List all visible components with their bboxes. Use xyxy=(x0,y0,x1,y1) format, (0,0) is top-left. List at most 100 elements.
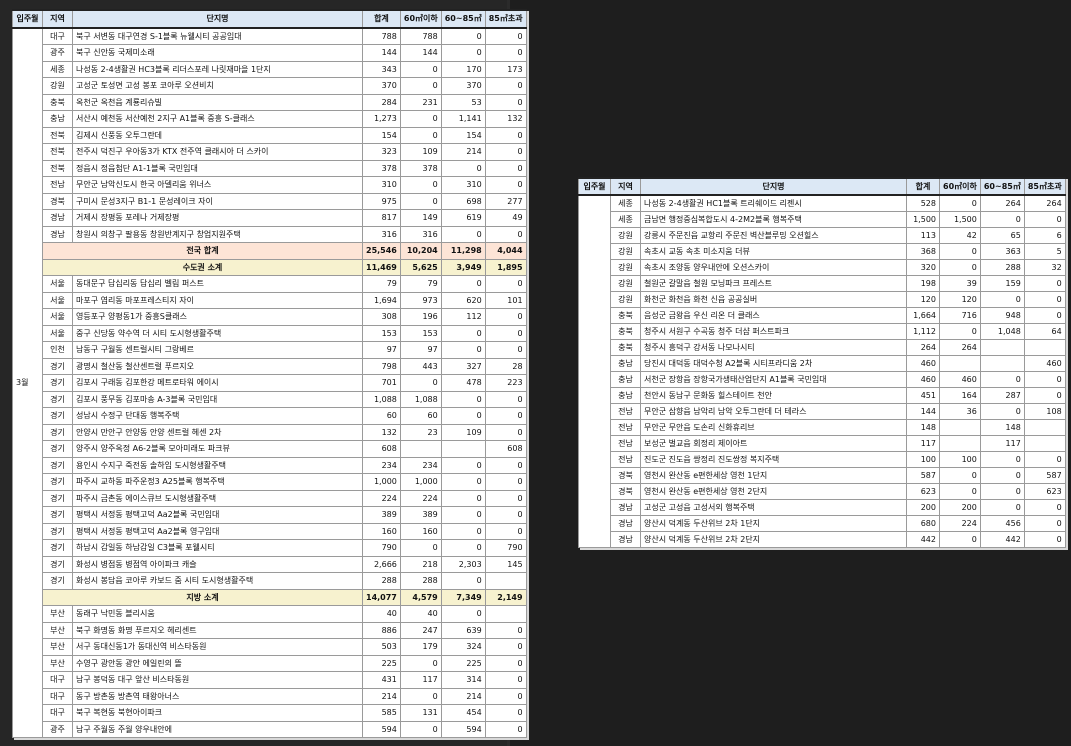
complex-name-cell: 거제시 장평동 포레나 거제장평 xyxy=(72,209,363,227)
complex-name-cell: 북구 복현동 북현아이파크 xyxy=(72,704,363,722)
under60-cell: 316 xyxy=(399,225,442,243)
month-cell xyxy=(578,194,611,548)
region-cell: 경기 xyxy=(42,407,73,425)
range60-85-cell: 288 xyxy=(979,259,1025,276)
table-row: 충북 음성군 금왕읍 우신 리온 더 클래스 1,664 716 948 0 xyxy=(579,307,1066,324)
total-cell: 144 xyxy=(362,44,401,62)
table-row: 세종 나성동 2-4생활권 HC1블록 트리쉐이드 리젠시 528 0 264 264 xyxy=(578,194,1066,548)
complex-name-cell: 용인시 수지구 죽전동 솔하임 도시형생활주택 xyxy=(72,456,363,474)
table-row: 경북 영천시 완산동 e편한세상 영천 1단지 587 0 0 587 xyxy=(579,467,1066,484)
table-row: 전북 전주시 덕진구 우아동3가 KTX 전주역 클래시아 더 스카이 323 109… xyxy=(13,143,527,161)
range60-85-cell: 0 xyxy=(440,456,486,474)
total-cell: 198 xyxy=(906,275,940,292)
region-cell: 전남 xyxy=(610,419,641,436)
table-row: 경기 화성시 병점동 병점역 아이파크 캐슬 2,666 218 2,303 145 xyxy=(13,555,527,573)
table-row: 부산 북구 화명동 화명 푸르지오 헤리센트 886 247 639 0 xyxy=(13,621,527,639)
range60-85-cell: 0 xyxy=(440,522,486,540)
region-cell: 서울 xyxy=(42,324,73,342)
under60-cell: 149 xyxy=(399,209,442,227)
over85-cell: 790 xyxy=(484,539,527,557)
region-cell: 경기 xyxy=(42,539,73,557)
total-cell: 886 xyxy=(362,621,401,639)
over85-cell xyxy=(1023,339,1066,356)
over85-cell: 0 xyxy=(1023,275,1066,292)
range60-85-cell: 65 xyxy=(979,227,1025,244)
range60-85-cell: 454 xyxy=(440,704,486,722)
col-region: 지역 xyxy=(610,177,641,196)
over85-cell: 0 xyxy=(484,27,527,45)
under60-cell: 0 xyxy=(399,720,442,738)
over85-cell: 0 xyxy=(484,44,527,62)
range60-85-cell xyxy=(979,339,1025,356)
complex-name-cell: 북구 화명동 화명 푸르지오 헤리센트 xyxy=(72,621,363,639)
total-cell: 144 xyxy=(906,403,940,420)
complex-name-cell: 무안군 삼향읍 남악리 남악 오투그란데 더 테라스 xyxy=(640,403,907,420)
range60-85-cell: 620 xyxy=(440,291,486,309)
complex-name-cell: 안양시 만안구 안양동 안양 센트럴 헤센 2차 xyxy=(72,423,363,441)
region-cell: 경북 xyxy=(610,483,641,500)
table-row: 강원 화천군 화천읍 화천 신읍 공공실버 120 120 0 0 xyxy=(579,291,1066,308)
table-row: 서울 중구 신당동 약수역 더 시티 도시형생활주택 153 153 0 0 xyxy=(13,324,527,342)
total-cell: 310 xyxy=(362,176,401,194)
range60-85-cell: 478 xyxy=(440,374,486,392)
col-name: 단지명 xyxy=(640,177,907,196)
over85-cell: 587 xyxy=(1023,467,1066,484)
complex-name-cell: 양주시 양주옥정 A6-2블록 모아미래도 파크뷰 xyxy=(72,440,363,458)
complex-name-cell: 서구 동대신동1가 동대신역 비스타동원 xyxy=(72,638,363,656)
range60-85-cell: 456 xyxy=(979,515,1025,532)
over85-cell: 132 xyxy=(484,110,527,128)
region-cell: 경기 xyxy=(42,572,73,590)
complex-name-cell: 영천시 완산동 e편한세상 영천 2단지 xyxy=(640,483,907,500)
table-row: 경기 파주시 교하동 파주운정3 A25블록 행복주택 1,000 1,000 0 0 xyxy=(13,473,527,491)
complex-name-cell: 청주시 흥덕구 강서동 나모나시티 xyxy=(640,339,907,356)
total-cell: 378 xyxy=(362,159,401,177)
total-cell: 1,088 xyxy=(362,390,401,408)
range60-85-cell: 0 xyxy=(440,605,486,623)
over85-cell: 0 xyxy=(484,654,527,672)
total-cell: 284 xyxy=(362,93,401,111)
region-cell: 경남 xyxy=(610,531,641,548)
total-cell: 11,469 xyxy=(362,258,401,276)
table-row: 부산 서구 동대신동1가 동대신역 비스타동원 503 179 324 0 xyxy=(13,638,527,656)
complex-name-cell: 동대문구 답십리동 답십리 벨림 퍼스트 xyxy=(72,275,363,293)
over85-cell: 32 xyxy=(1023,259,1066,276)
over85-cell: 0 xyxy=(1023,531,1066,548)
over85-cell: 0 xyxy=(484,143,527,161)
region-cell: 광주 xyxy=(42,44,73,62)
over85-cell: 0 xyxy=(484,638,527,656)
total-cell: 97 xyxy=(362,341,401,359)
region-cell: 서울 xyxy=(42,275,73,293)
range60-85-cell: 148 xyxy=(979,419,1025,436)
table-row: 충남 서천군 장항읍 장항국가생태산업단지 A1블록 국민임대 460 460 0 0 xyxy=(579,371,1066,388)
table-row: 지방 소계 14,077 4,579 7,349 2,149 xyxy=(13,588,527,606)
table-row: 충남 당진시 대덕동 대덕수청 A2블록 시티프라디움 2차 460 460 xyxy=(579,355,1066,372)
complex-name-cell: 김포시 구래동 김포한강 메트로타워 에이시 xyxy=(72,374,363,392)
right-document-sheet: 입주월 지역 단지명 합계 60㎡이하 60~85㎡ 85㎡초과 세종 나성동 2… xyxy=(578,177,1066,548)
total-cell: 200 xyxy=(906,499,940,516)
over85-cell: 0 xyxy=(484,423,527,441)
total-cell: 790 xyxy=(362,539,401,557)
left-table-body: 3월 대구 북구 서변동 대구연경 S-1블록 뉴웰시티 공공임대 788 788 0 0 광… xyxy=(12,27,527,738)
region-cell: 대구 xyxy=(42,687,73,705)
total-cell: 1,500 xyxy=(906,211,940,228)
table-row: 세종 금남면 행정중심복합도시 4-2M2블록 행복주택 1,500 1,500 0 0 xyxy=(579,211,1066,228)
over85-cell: 0 xyxy=(1023,291,1066,308)
table-row: 광주 남구 주월동 주월 양우내안에 594 0 594 0 xyxy=(13,720,527,738)
over85-cell: 0 xyxy=(484,225,527,243)
table-row: 충북 옥천군 옥천읍 계룡리슈빌 284 231 53 0 xyxy=(13,93,527,111)
total-cell: 701 xyxy=(362,374,401,392)
range60-85-cell: 0 xyxy=(979,371,1025,388)
col-over85: 85㎡초과 xyxy=(1023,177,1066,196)
range60-85-cell: 0 xyxy=(440,159,486,177)
under60-cell: 200 xyxy=(939,499,981,516)
under60-cell: 378 xyxy=(399,159,442,177)
under60-cell: 443 xyxy=(399,357,442,375)
complex-name-cell: 청주시 서원구 수곡동 청주 더샵 퍼스트파크 xyxy=(640,323,907,340)
range60-85-cell: 0 xyxy=(440,473,486,491)
total-cell: 113 xyxy=(906,227,940,244)
complex-name-cell: 북구 신안동 국제미소래 xyxy=(72,44,363,62)
complex-name-cell: 창원시 의창구 팔용동 창원반계지구 창업지원주택 xyxy=(72,225,363,243)
complex-name-cell: 당진시 대덕동 대덕수청 A2블록 시티프라디움 2차 xyxy=(640,355,907,372)
table-row: 경기 김포시 구래동 김포한강 메트로타워 에이시 701 0 478 223 xyxy=(13,374,527,392)
range60-85-cell xyxy=(979,355,1025,372)
